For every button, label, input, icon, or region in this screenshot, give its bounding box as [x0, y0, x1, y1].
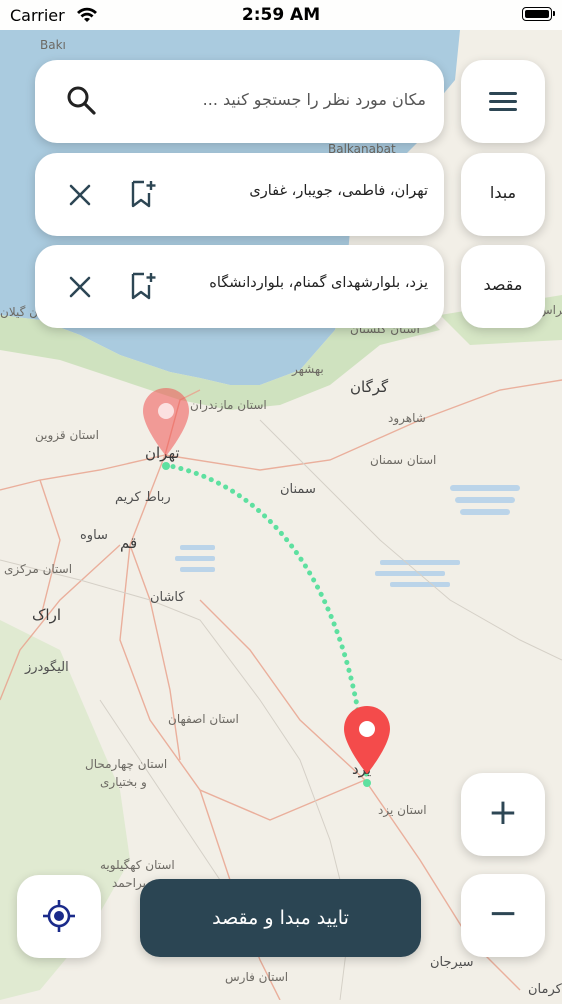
hamburger-menu-icon — [489, 92, 517, 112]
menu-button[interactable] — [461, 60, 545, 143]
status-bar: Carrier 2:59 AM — [0, 0, 562, 30]
map-label-mazandaran: استان مازندران — [190, 398, 267, 412]
destination-dot — [363, 779, 371, 787]
zoom-in-button[interactable]: + — [461, 773, 545, 856]
bookmark-add-destination-icon[interactable] — [129, 271, 157, 301]
map-label-shahrud: شاهرود — [388, 411, 426, 425]
map-label-aligudarz: الیگودرز — [25, 660, 69, 675]
destination-field[interactable]: یزد، بلوارشهدای گمنام، بلواردانشگاه — [35, 245, 444, 328]
my-location-button[interactable] — [17, 875, 101, 958]
destination-pin-icon[interactable] — [342, 704, 392, 776]
map-label-robat-karim: رباط کریم — [115, 490, 171, 505]
map-label-yazd-province: استان یزد — [378, 803, 427, 817]
origin-address: تهران، فاطمی، جویبار، غفاری — [249, 183, 428, 199]
map-label-isfahan: استان اصفهان — [168, 712, 239, 726]
search-bar[interactable]: مکان مورد نظر را جستجو کنید ... — [35, 60, 444, 143]
map-label-kohgiluyeh: استان کهگیلویه — [100, 858, 175, 872]
map-label-bakhtiari: و بختیاری — [100, 775, 147, 789]
origin-field[interactable]: تهران، فاطمی، جویبار، غفاری — [35, 153, 444, 236]
map-label-gorgan: گرگان — [350, 378, 389, 396]
clock: 2:59 AM — [241, 5, 321, 25]
search-icon[interactable] — [65, 84, 97, 116]
map-label-kerman: کرمان — [528, 982, 562, 997]
map-label-kashan: کاشان — [150, 590, 185, 605]
map-label-fars: استان فارس — [225, 970, 289, 984]
destination-address: یزد، بلوارشهدای گمنام، بلواردانشگاه — [209, 275, 428, 291]
origin-label: مبدا — [489, 183, 517, 202]
map-label-arak: اراک — [32, 606, 62, 624]
map-label-baku: Bakı — [40, 38, 66, 52]
clear-origin-icon[interactable] — [67, 182, 93, 208]
zoom-out-button[interactable]: − — [461, 874, 545, 957]
map-label-semnan-province: استان سمنان — [370, 453, 437, 467]
origin-dot — [162, 462, 170, 470]
destination-label: مقصد — [483, 275, 523, 294]
confirm-origin-destination-button[interactable]: تایید مبدا و مقصد — [140, 879, 421, 957]
map-label-qom: قم — [120, 534, 138, 552]
destination-label-button[interactable]: مقصد — [461, 245, 545, 328]
map-label-semnan: سمنان — [280, 482, 316, 497]
minus-icon: − — [487, 893, 519, 934]
bookmark-add-origin-icon[interactable] — [129, 179, 157, 209]
map-label-markazi: استان مرکزی — [4, 562, 73, 576]
map-label-behshahr: بهشهر — [292, 362, 324, 376]
search-input[interactable]: مکان مورد نظر را جستجو کنید ... — [203, 90, 426, 109]
map-label-chaharmahal: استان چهارمحال — [85, 757, 168, 771]
map-label-qazvin: استان قزوین — [35, 428, 99, 442]
origin-pin-icon[interactable] — [141, 386, 191, 458]
clear-destination-icon[interactable] — [67, 274, 93, 300]
origin-label-button[interactable]: مبدا — [461, 153, 545, 236]
battery-icon — [522, 7, 555, 21]
crosshair-location-icon — [43, 900, 75, 932]
plus-icon: + — [487, 792, 519, 833]
map-label-saveh: ساوه — [80, 528, 108, 543]
map-label-sirjan: سیرجان — [430, 955, 474, 970]
